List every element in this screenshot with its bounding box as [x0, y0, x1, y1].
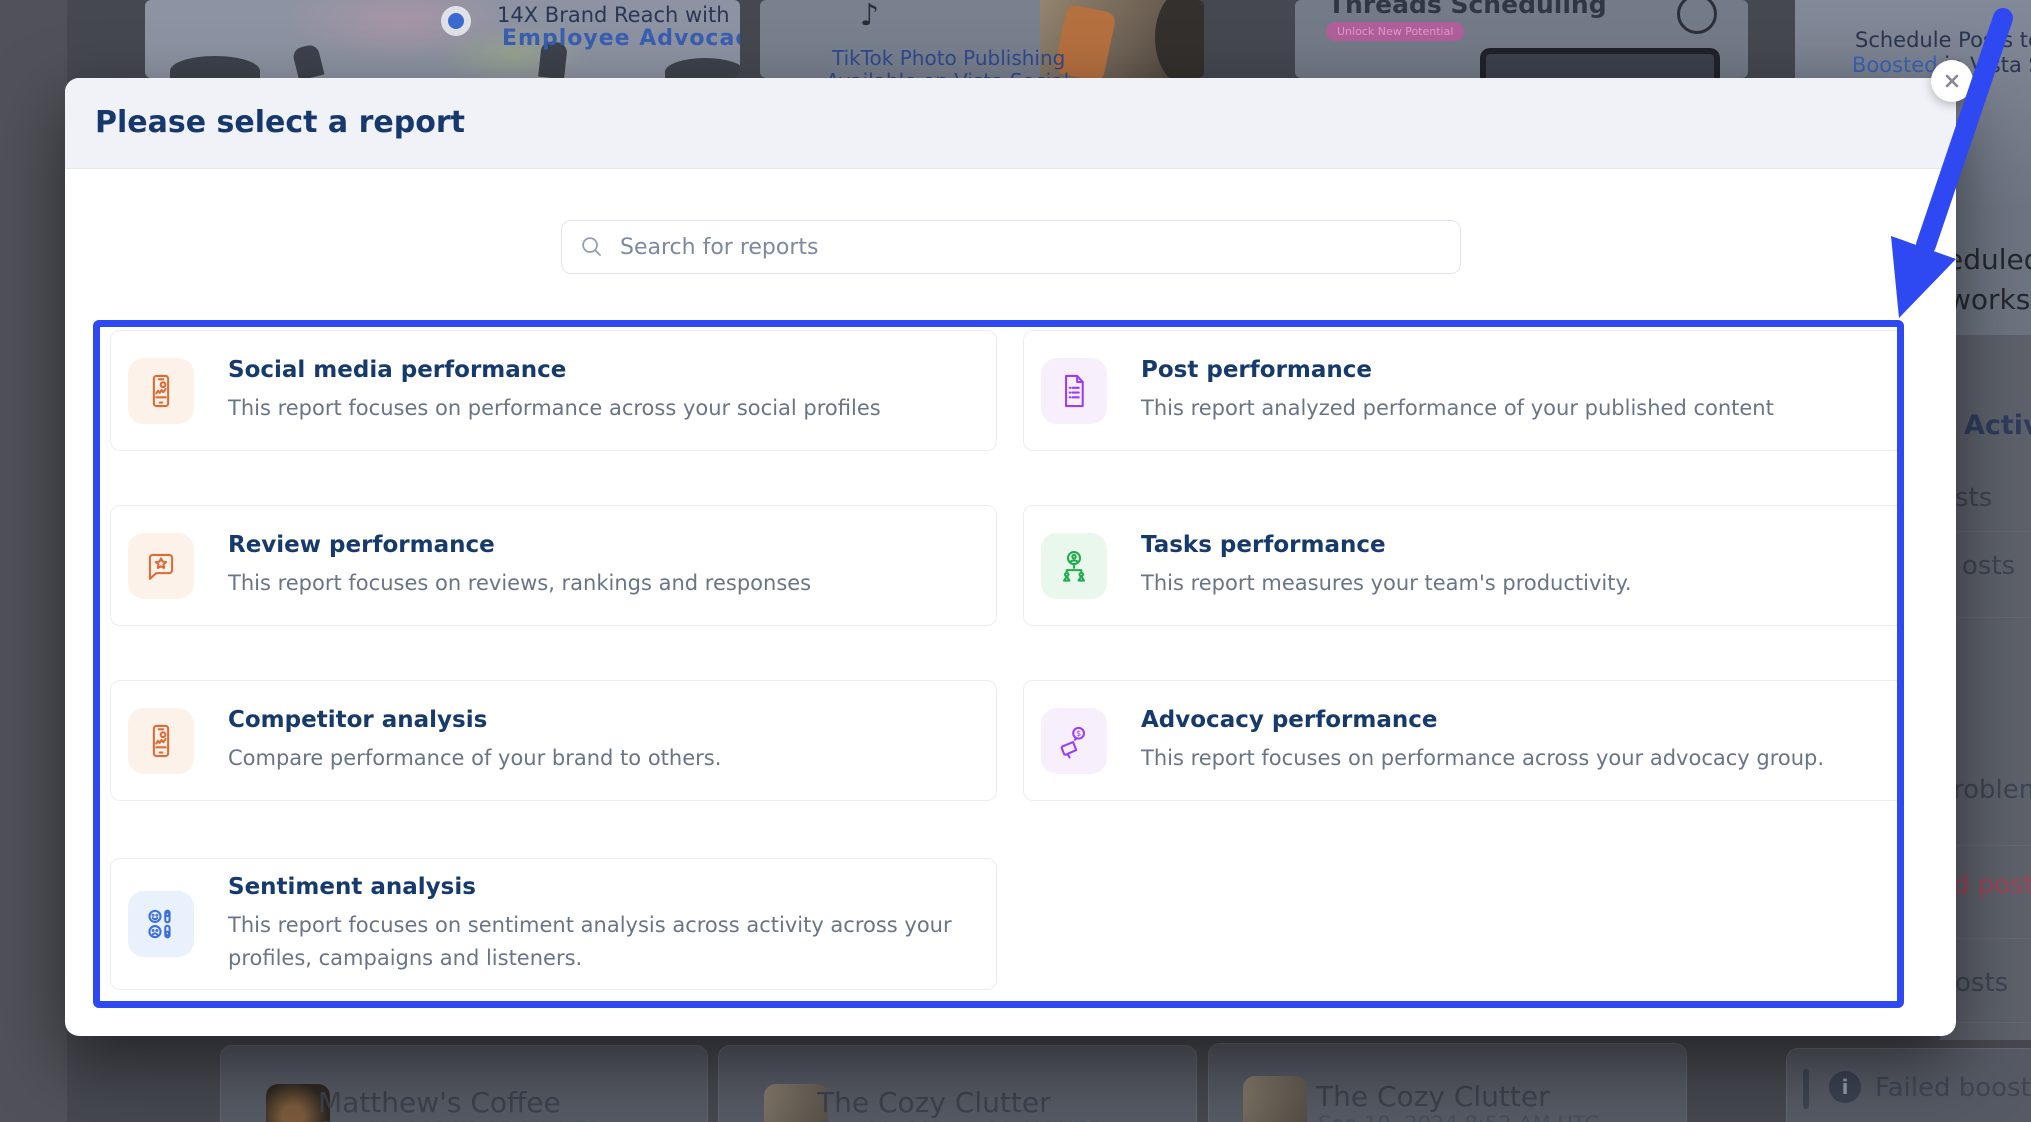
promo-text-accent: Boosted — [1852, 53, 1938, 77]
failed-boosts-label: Failed boosts — [1875, 1073, 2031, 1103]
profile-name: Matthew's Coffee — [318, 1086, 561, 1119]
promo-badge: Unlock New Potential — [1326, 22, 1464, 41]
phone-chart-icon — [128, 708, 194, 774]
report-description: Compare performance of your brand to oth… — [228, 742, 721, 775]
background-menu-item: sts — [1955, 483, 1992, 513]
background-headline-fragment: eduled — [1946, 243, 2031, 276]
report-description: This report focuses on performance acros… — [1141, 742, 1824, 775]
sentiment-faces-icon — [128, 891, 194, 957]
review-bubble-star-icon — [128, 533, 194, 599]
report-card-social-media-performance[interactable]: Social media performance This report foc… — [110, 330, 997, 451]
report-description: This report focuses on reviews, rankings… — [228, 567, 811, 600]
person-image — [1155, 0, 1204, 78]
promo-text-accent: Employee Advocacy — [502, 26, 740, 51]
profile-card: The Cozy Clutter Sep 19, 2024 8:52 AM UT… — [1208, 1043, 1687, 1122]
team-hierarchy-icon — [1041, 533, 1107, 599]
failed-boosts-card: i Failed boosts — [1786, 1048, 2031, 1122]
background-menu-item: roblem — [1953, 775, 2031, 805]
search-field — [561, 220, 1461, 274]
promo-text: 14X Brand Reach with — [497, 3, 730, 27]
promo-text: Available on Vista Social — [826, 69, 1069, 78]
report-description: This report focuses on performance acros… — [228, 392, 881, 425]
report-card-tasks-performance[interactable]: Tasks performance This report measures y… — [1023, 505, 1904, 626]
info-icon: i — [1829, 1071, 1861, 1103]
phone-chart-icon — [128, 358, 194, 424]
background-left-rail — [0, 0, 67, 1122]
profile-date: Sep 19, 2024 1:32 AM UTC — [819, 1118, 1100, 1122]
promo-title: Threads Scheduling — [1328, 0, 1607, 19]
report-card-post-performance[interactable]: Post performance This report analyzed pe… — [1023, 330, 1904, 451]
report-description: This report measures your team's product… — [1141, 567, 1632, 600]
modal-header: Please select a report — [65, 78, 1956, 169]
report-title: Tasks performance — [1141, 532, 1632, 558]
close-button[interactable] — [1931, 60, 1973, 102]
profile-date: Sep 19, 2024 8:52 AM UTC — [1318, 1112, 1599, 1122]
person-silhouette — [665, 58, 740, 78]
close-icon — [1940, 69, 1964, 93]
report-select-modal: Please select a report Social media perf… — [65, 78, 1956, 1036]
person-silhouette — [170, 56, 260, 78]
megaphone-dollar-icon: $ — [1041, 708, 1107, 774]
promo-card-employee-advocacy: 14X Brand Reach with Employee Advocacy — [145, 0, 740, 78]
report-card-review-performance[interactable]: Review performance This report focuses o… — [110, 505, 997, 626]
report-title: Advocacy performance — [1141, 707, 1824, 733]
report-title: Sentiment analysis — [228, 874, 968, 900]
background-menu-item: osts — [1955, 968, 2008, 998]
report-title: Review performance — [228, 532, 811, 558]
report-title: Competitor analysis — [228, 707, 721, 733]
report-card-advocacy-performance[interactable]: $ Advocacy performance This report focus… — [1023, 680, 1904, 801]
profile-date: Sep 19, 2024 9:15 PM UTC — [320, 1118, 599, 1122]
tiktok-logo-icon: ♪ — [860, 0, 879, 33]
report-title: Post performance — [1141, 357, 1774, 383]
promo-text: TikTok Photo Publishing — [832, 46, 1065, 70]
svg-text:$: $ — [1076, 728, 1081, 737]
laptop-screen — [1486, 54, 1714, 78]
background-menu-item: osts — [1962, 551, 2015, 581]
report-card-sentiment-analysis[interactable]: Sentiment analysis This report focuses o… — [110, 858, 997, 990]
modal-title: Please select a report — [95, 78, 465, 168]
profile-name: The Cozy Clutter — [817, 1086, 1051, 1119]
promo-card-tiktok: ♪ TikTok Photo Publishing Available on V… — [760, 0, 1204, 78]
search-icon — [579, 234, 605, 264]
profile-card: Matthew's Coffee Sep 19, 2024 9:15 PM UT… — [220, 1045, 708, 1122]
promo-text: Schedule Posts to G — [1855, 28, 2031, 52]
cursor-bar — [1803, 1069, 1809, 1109]
document-icon — [1041, 358, 1107, 424]
threads-logo-icon — [1677, 0, 1717, 34]
background-headline-fragment: works! — [1948, 283, 2031, 316]
network-badge-icon — [448, 13, 464, 29]
profile-card: The Cozy Clutter Sep 19, 2024 1:32 AM UT… — [718, 1045, 1197, 1122]
report-description: This report focuses on sentiment analysi… — [228, 909, 968, 975]
report-title: Social media performance — [228, 357, 881, 383]
screen: 14X Brand Reach with Employee Advocacy ♪… — [0, 0, 2031, 1122]
profile-name: The Cozy Clutter — [1316, 1080, 1550, 1113]
background-menu-item-failed-posts: d posts — [1953, 870, 2031, 900]
activity-heading-fragment: Activ — [1964, 410, 2031, 441]
promo-card-threads: Threads Scheduling Unlock New Potential — [1295, 0, 1748, 78]
avatar — [1243, 1076, 1307, 1122]
search-input[interactable] — [561, 220, 1461, 274]
report-description: This report analyzed performance of your… — [1141, 392, 1774, 425]
report-card-competitor-analysis[interactable]: Competitor analysis Compare performance … — [110, 680, 997, 801]
